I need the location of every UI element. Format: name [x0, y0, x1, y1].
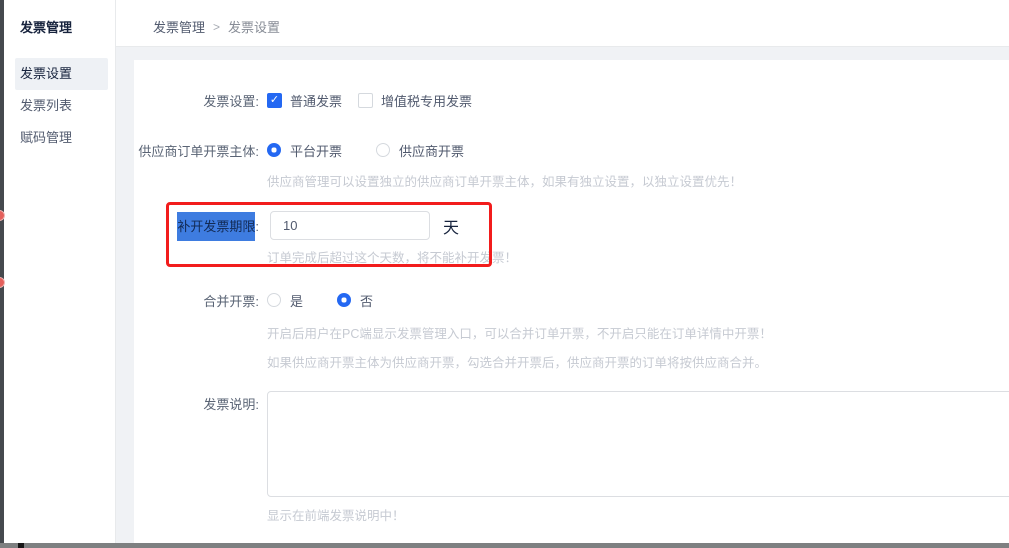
supplier-subject-row: 供应商订单开票主体: 平台开票 供应商开票 [134, 141, 494, 159]
sidebar-item-invoice-settings[interactable]: 发票设置 [15, 58, 108, 90]
option-label: 增值税专用发票 [381, 91, 472, 110]
option-no[interactable]: 否 [337, 291, 373, 310]
top-header: 发票管理 > 发票设置 [116, 0, 1009, 47]
label-colon: : [255, 219, 259, 234]
radio-selected-icon[interactable] [267, 143, 281, 157]
selected-text-highlight: 补开发票期限 [177, 212, 255, 241]
sidebar-title: 发票管理 [4, 0, 115, 36]
checkbox-unchecked-icon[interactable] [358, 93, 373, 108]
sidebar: 发票管理 发票设置 发票列表 赋码管理 [4, 0, 115, 548]
horizontal-scrollbar[interactable] [0, 543, 1009, 548]
collapsed-nav-strip [0, 0, 4, 548]
option-label: 是 [290, 291, 303, 310]
invoice-note-textarea[interactable] [267, 391, 1009, 497]
breadcrumb-invoice-settings: 发票设置 [228, 17, 280, 36]
unit-days: 天 [443, 214, 459, 238]
merge-invoice-hint-2: 如果供应商开票主体为供应商开票，勾选合并开票后，供应商开票的订单将按供应商合并。 [267, 352, 767, 371]
merge-invoice-row: 合并开票: 是 否 [134, 291, 403, 309]
sidebar-item-invoice-list[interactable]: 发票列表 [15, 90, 108, 122]
sidebar-menu: 发票设置 发票列表 赋码管理 [4, 58, 115, 154]
supplier-subject-hint: 供应商管理可以设置独立的供应商订单开票主体，如果有独立设置，以独立设置优先！ [267, 171, 742, 190]
reissue-deadline-label: 补开发票期限: [134, 216, 259, 235]
invoice-note-label: 发票说明: [134, 394, 259, 413]
supplier-subject-options: 平台开票 供应商开票 [267, 141, 494, 160]
breadcrumb: 发票管理 > 发票设置 [153, 17, 280, 36]
settings-card: 发票设置: ✓ 普通发票 增值税专用发票 供应商订单开票主体: 平台开票 [134, 60, 1009, 543]
reissue-deadline-hint: 订单完成后超过这个天数，将不能补开发票！ [267, 247, 517, 266]
radio-unselected-icon[interactable] [376, 143, 390, 157]
chevron-right-icon: > [213, 20, 220, 34]
merge-invoice-options: 是 否 [267, 291, 403, 310]
invoice-type-row: 发票设置: ✓ 普通发票 增值税专用发票 [134, 91, 502, 109]
checkbox-checked-icon[interactable]: ✓ [267, 93, 282, 108]
invoice-type-options: ✓ 普通发票 增值税专用发票 [267, 91, 502, 110]
option-platform-invoicing[interactable]: 平台开票 [267, 141, 342, 160]
sidebar-item-code-management[interactable]: 赋码管理 [15, 122, 108, 154]
option-label: 供应商开票 [399, 141, 464, 160]
option-label: 否 [360, 291, 373, 310]
radio-unselected-icon[interactable] [267, 293, 281, 307]
breadcrumb-invoice-management[interactable]: 发票管理 [153, 17, 205, 36]
option-vat-invoice[interactable]: 增值税专用发票 [358, 91, 472, 110]
invoice-note-hint: 显示在前端发票说明中！ [267, 505, 405, 524]
merge-invoice-label: 合并开票: [134, 291, 259, 310]
option-label: 平台开票 [290, 141, 342, 160]
option-label: 普通发票 [290, 91, 342, 110]
option-supplier-invoicing[interactable]: 供应商开票 [376, 141, 464, 160]
reissue-deadline-row: 补开发票期限: 天 [134, 211, 459, 240]
reissue-deadline-input[interactable] [270, 211, 430, 240]
radio-selected-icon[interactable] [337, 293, 351, 307]
merge-invoice-hint-1: 开启后用户在PC端显示发票管理入口，可以合并订单开票，不开启只能在订单详情中开票… [267, 323, 772, 342]
main-area: 发票管理 > 发票设置 发票设置: ✓ 普通发票 增值税专用发票 供应商订单开票… [115, 0, 1009, 548]
scrollbar-thumb[interactable] [18, 543, 24, 548]
invoice-type-label: 发票设置: [134, 91, 259, 110]
option-yes[interactable]: 是 [267, 291, 303, 310]
option-general-invoice[interactable]: ✓ 普通发票 [267, 91, 342, 110]
supplier-subject-label: 供应商订单开票主体: [134, 141, 259, 160]
